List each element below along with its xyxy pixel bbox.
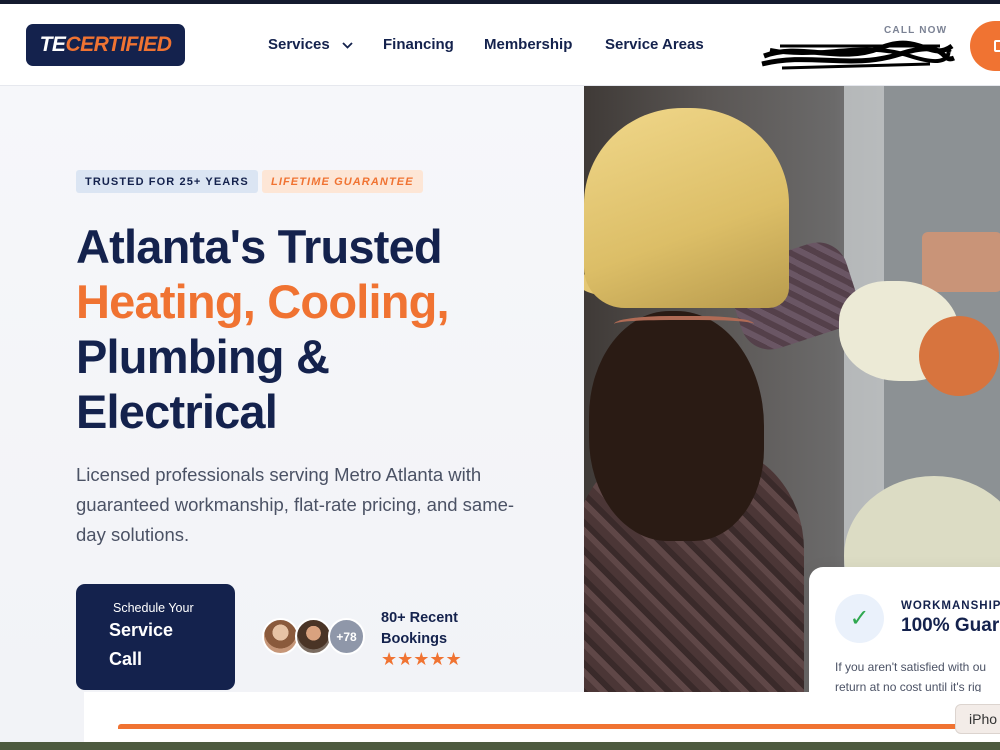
- trusted-years-badge: TRUSTED FOR 25+ YEARS: [76, 170, 258, 193]
- schedule-button-line2: Call: [109, 649, 143, 669]
- redacted-phone-number[interactable]: [760, 34, 956, 74]
- rating-stars-icon: ★★★★★: [381, 649, 462, 669]
- hero-subtitle: Licensed professionals serving Metro Atl…: [76, 464, 515, 545]
- guarantee-title: 100% Guar: [901, 615, 1000, 636]
- logo-text-te: TE: [39, 33, 66, 56]
- nav-financing[interactable]: Financing: [383, 36, 454, 53]
- bookings-line1: 80+ Recent: [381, 610, 458, 626]
- schedule-service-call-button[interactable]: Schedule Your Service Call: [76, 584, 235, 690]
- hero-headline-line1: Atlanta's Trusted: [76, 220, 443, 273]
- schedule-button-line1: Service: [109, 620, 174, 640]
- site-header: TE CERTIFIED Services Financing Membershi…: [0, 4, 1000, 86]
- orange-accent-bar: [118, 724, 1000, 729]
- avatar-count: +78: [328, 618, 365, 655]
- hero-headline-line4: Electrical: [76, 385, 278, 438]
- check-icon: ✓: [835, 594, 884, 643]
- bottom-edge: [0, 742, 1000, 750]
- header-cta-button[interactable]: [970, 21, 1000, 71]
- hero-headline-line3: Plumbing &: [76, 330, 330, 383]
- logo-text-certified: CERTIFIED: [65, 33, 172, 56]
- guarantee-description: If you aren't satisfied with ou return a…: [835, 657, 986, 697]
- calendar-icon: [994, 40, 1000, 52]
- nav-services[interactable]: Services: [268, 36, 353, 53]
- nav-services-label: Services: [268, 36, 330, 53]
- device-tooltip: iPho: [955, 704, 1000, 734]
- nav-membership[interactable]: Membership: [484, 36, 572, 53]
- guarantee-label: WORKMANSHIP: [901, 600, 1000, 612]
- avatar: [262, 618, 299, 655]
- recent-bookings-text: 80+ Recent Bookings: [381, 608, 458, 650]
- guarantee-text-line1: If you aren't satisfied with ou: [835, 660, 987, 674]
- bookings-line2: Bookings: [381, 631, 448, 647]
- avatar: [295, 618, 332, 655]
- lifetime-guarantee-badge: LIFETIME GUARANTEE: [262, 170, 423, 193]
- workmanship-guarantee-card: ✓ WORKMANSHIP 100% Guar If you aren't sa…: [809, 567, 1000, 707]
- chevron-down-icon: [342, 41, 353, 49]
- nav-service-areas[interactable]: Service Areas: [605, 36, 704, 53]
- site-logo[interactable]: TE CERTIFIED: [26, 24, 185, 66]
- schedule-button-small-text: Schedule Your: [113, 601, 194, 615]
- hero-headline-line2: Heating, Cooling,: [76, 275, 450, 328]
- recent-customers-avatars: +78: [262, 618, 372, 656]
